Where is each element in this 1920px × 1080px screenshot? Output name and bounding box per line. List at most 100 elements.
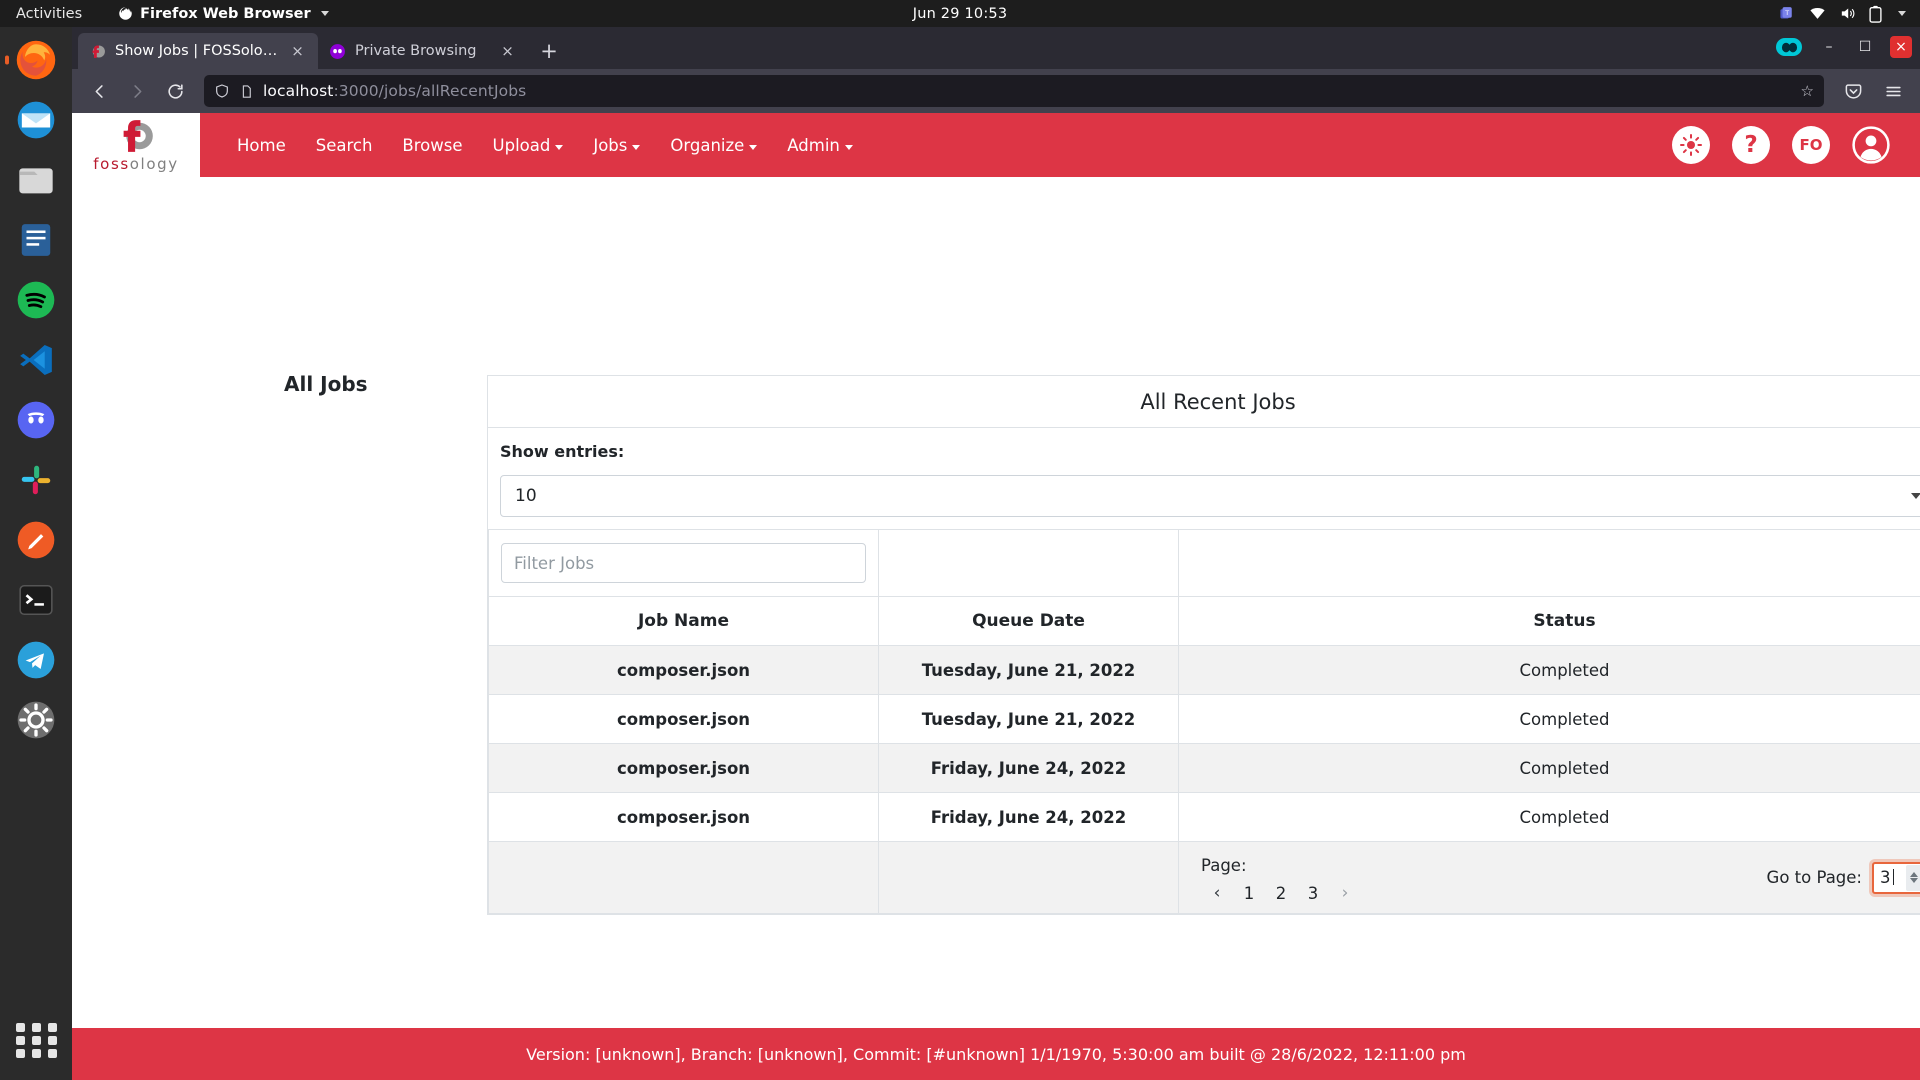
chevron-down-icon[interactable] (1898, 11, 1906, 16)
page-icon (242, 84, 251, 98)
user-initials: FO (1799, 136, 1823, 154)
tab-close-icon[interactable]: × (498, 42, 517, 61)
nav-item-browse[interactable]: Browse (387, 113, 477, 177)
go-to-page-input[interactable]: 3 (1872, 861, 1920, 894)
pagination-page-2[interactable]: 2 (1265, 879, 1297, 907)
address-bar[interactable]: localhost:3000/jobs/allRecentJobs ☆ (204, 75, 1824, 107)
dock-item-files[interactable] (11, 155, 61, 205)
chevron-down-icon (555, 144, 564, 150)
column-header-status[interactable]: Status (1178, 596, 1920, 646)
go-to-page-value: 3 (1880, 868, 1893, 887)
bookmark-star-icon[interactable]: ☆ (1801, 82, 1814, 100)
dock-item-telegram[interactable] (11, 635, 61, 685)
dock-item-thunderbird[interactable] (11, 95, 61, 145)
url-path: :3000/jobs/allRecentJobs (333, 82, 527, 100)
nav-item-upload[interactable]: Upload (478, 113, 579, 177)
fossology-logo[interactable]: fossology (72, 113, 200, 177)
pagination-prev-button[interactable]: ‹ (1201, 879, 1233, 907)
brightness-icon[interactable] (1672, 126, 1710, 164)
dock-item-spotify[interactable] (11, 275, 61, 325)
dock-item-slack[interactable] (11, 455, 61, 505)
account-avatar-icon[interactable] (1852, 126, 1890, 164)
gnome-top-bar: Activities Firefox Web Browser Jun 29 10… (0, 0, 1920, 27)
private-mask-icon (330, 43, 345, 59)
maximize-button[interactable]: ☐ (1854, 36, 1876, 58)
nav-item-organize[interactable]: Organize (655, 113, 772, 177)
active-app-menu[interactable]: Firefox Web Browser (118, 6, 329, 22)
brand-name-gray: ology (129, 154, 179, 173)
system-tray[interactable]: T (1779, 5, 1906, 23)
minimize-button[interactable]: – (1818, 36, 1840, 58)
back-button[interactable] (82, 74, 116, 108)
nav-item-jobs[interactable]: Jobs (578, 113, 655, 177)
filter-jobs-input[interactable]: Filter Jobs (501, 543, 866, 583)
cell-status: Completed (1178, 792, 1920, 842)
dock-item-discord[interactable] (11, 395, 61, 445)
chevron-down-icon (632, 144, 641, 150)
nav-item-search[interactable]: Search (301, 113, 388, 177)
number-spinner[interactable] (1906, 864, 1920, 891)
mask-icon (1781, 42, 1797, 52)
reload-button[interactable] (158, 74, 192, 108)
spinner-down-icon[interactable] (1910, 878, 1918, 883)
cell-status: Completed (1178, 645, 1920, 695)
table-row[interactable]: composer.json Friday, June 24, 2022 Comp… (488, 792, 1920, 842)
spinner-up-icon[interactable] (1910, 872, 1918, 877)
new-tab-button[interactable]: + (534, 36, 564, 66)
activities-button[interactable]: Activities (0, 6, 96, 22)
chevron-down-icon (749, 144, 758, 150)
app-grid-dot (47, 1022, 57, 1032)
discord-icon (17, 401, 55, 439)
pagination-page-1[interactable]: 1 (1233, 879, 1265, 907)
pagination-next-button[interactable]: › (1329, 879, 1361, 907)
postman-icon (17, 521, 55, 559)
thunderbird-icon (17, 101, 55, 139)
teams-icon: T (1780, 7, 1792, 19)
tab-private-browsing[interactable]: Private Browsing × (318, 33, 528, 69)
nav-item-home[interactable]: Home (222, 113, 301, 177)
dock-item-libreoffice-writer[interactable] (11, 215, 61, 265)
user-initials-badge[interactable]: FO (1792, 126, 1830, 164)
close-window-button[interactable]: × (1890, 36, 1912, 58)
cell-queue-date: Friday, June 24, 2022 (878, 743, 1179, 793)
help-icon[interactable]: ? (1732, 126, 1770, 164)
clock[interactable]: Jun 29 10:53 (913, 6, 1008, 22)
nav-item-admin[interactable]: Admin (772, 113, 868, 177)
tab-title: Private Browsing (355, 43, 477, 59)
dock-item-settings[interactable] (11, 695, 61, 745)
app-grid-dot (31, 1048, 41, 1058)
pager-empty-cell (488, 841, 879, 914)
filter-row: Filter Jobs (488, 529, 1920, 597)
show-entries-label: Show entries: (500, 442, 625, 461)
table-row[interactable]: composer.json Friday, June 24, 2022 Comp… (488, 743, 1920, 793)
table-row[interactable]: composer.json Tuesday, June 21, 2022 Com… (488, 694, 1920, 744)
application-menu-button[interactable] (1876, 74, 1910, 108)
dock-item-terminal[interactable] (11, 575, 61, 625)
brand-name-red: foss (93, 154, 130, 173)
tab-close-icon[interactable]: × (288, 42, 307, 61)
dock-item-vscode[interactable] (11, 335, 61, 385)
entries-per-page-select[interactable]: 10 (500, 475, 1920, 517)
forward-button[interactable] (120, 74, 154, 108)
save-to-pocket-button[interactable] (1836, 74, 1870, 108)
pagination-page-3[interactable]: 3 (1297, 879, 1329, 907)
dock-item-firefox[interactable] (5, 35, 61, 85)
cell-queue-date: Tuesday, June 21, 2022 (878, 645, 1179, 695)
show-applications-button[interactable] (14, 1018, 58, 1062)
column-header-queue-date[interactable]: Queue Date (878, 596, 1179, 646)
column-header-job-name[interactable]: Job Name (488, 596, 879, 646)
shield-icon (216, 84, 228, 98)
tab-title: Show Jobs | FOSSology (115, 43, 279, 59)
dock-item-postman[interactable] (11, 515, 61, 565)
firefox-icon (119, 7, 132, 20)
table-row[interactable]: composer.json Tuesday, June 21, 2022 Com… (488, 645, 1920, 695)
page-body: All Jobs All Recent Jobs Show entries: 1… (72, 177, 1920, 1028)
volume-icon (1841, 8, 1855, 19)
go-to-page-label: Go to Page: (1766, 868, 1862, 887)
container-tabs-badge[interactable] (1776, 38, 1802, 56)
terminal-icon (19, 584, 53, 616)
chevron-down-icon (320, 11, 329, 16)
chevron-down-icon (1911, 493, 1920, 499)
tab-show-jobs-fossology[interactable]: Show Jobs | FOSSology × (78, 33, 318, 69)
app-grid-dot (47, 1048, 57, 1058)
